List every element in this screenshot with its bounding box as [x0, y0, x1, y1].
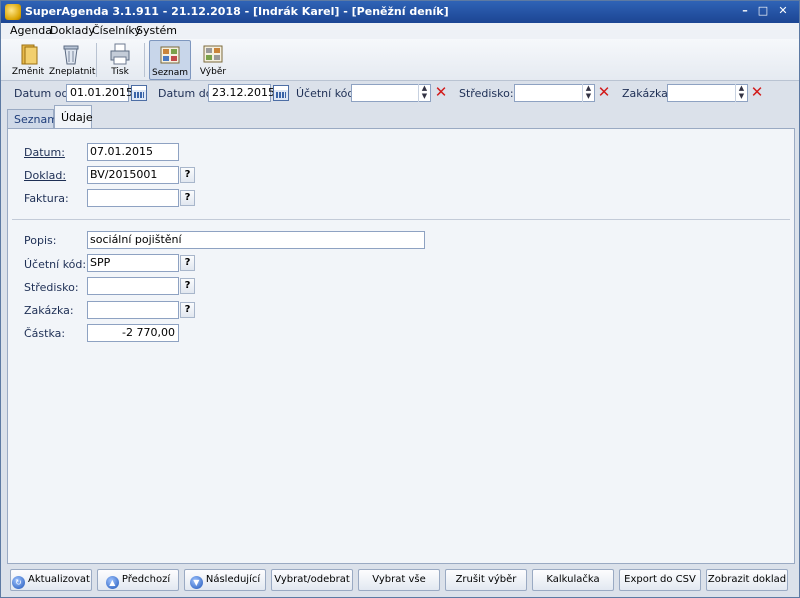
ucetni-kod-field[interactable]: SPP [87, 254, 179, 272]
kalkulacka-button[interactable]: Kalkulačka [532, 569, 614, 591]
tab-seznam[interactable]: Seznam [7, 109, 58, 129]
window-title: SuperAgenda 3.1.911 - 21.12.2018 - [Indr… [25, 5, 449, 18]
seznam-button[interactable]: Seznam [149, 40, 191, 80]
menu-bar: Agenda Doklady Číselníky Systém [1, 23, 799, 39]
calendar-icon[interactable] [131, 85, 147, 101]
filter-bar: Datum od: 01.01.2015 Datum do: 23.12.201… [1, 82, 799, 104]
stredisko-field[interactable] [87, 277, 179, 295]
tab-udaje[interactable]: Údaje [54, 105, 93, 130]
popis-field[interactable]: sociální pojištění [87, 231, 425, 249]
refresh-icon: ↻ [12, 576, 26, 589]
castka-label: Částka: [24, 327, 66, 340]
zakazka-lookup-button[interactable]: ? [180, 302, 195, 318]
aktualizovat-button[interactable]: ↻ Aktualizovat [10, 569, 92, 591]
close-icon[interactable]: ✕ [775, 4, 791, 19]
title-bar: SuperAgenda 3.1.911 - 21.12.2018 - [Indr… [1, 1, 799, 23]
minimize-icon[interactable]: – [737, 4, 753, 19]
toolbar: Změnit Zneplatnit Tisk Seznam Výběr [1, 39, 799, 81]
datum-field[interactable]: 07.01.2015 [87, 143, 179, 161]
zneplatnit-button[interactable]: Zneplatnit [49, 40, 95, 80]
zakazka-field[interactable] [87, 301, 179, 319]
doklad-field[interactable]: BV/2015001 [87, 166, 179, 184]
ucetni-kod-lookup-button[interactable]: ? [180, 255, 195, 271]
datum-od-label: Datum od: [14, 87, 73, 100]
zmenit-button[interactable]: Změnit [9, 40, 47, 80]
menu-system[interactable]: Systém [136, 24, 177, 37]
main-window: SuperAgenda 3.1.911 - 21.12.2018 - [Indr… [0, 0, 800, 598]
popis-label: Popis: [24, 234, 57, 247]
zakazka-label: Zakázka: [24, 304, 74, 317]
doklad-label: Doklad: [24, 169, 67, 182]
toolbar-separator [144, 43, 145, 77]
ucetni-kod-filter-label: Účetní kód: [296, 87, 359, 100]
zobrazit-doklad-button[interactable]: Zobrazit doklad [706, 569, 788, 591]
castka-field[interactable]: -2 770,00 [87, 324, 179, 342]
menu-agenda[interactable]: Agenda [10, 24, 52, 37]
faktura-field[interactable] [87, 189, 179, 207]
section-divider [12, 219, 790, 220]
list-view-icon [160, 46, 180, 64]
menu-doklady[interactable]: Doklady [50, 24, 95, 37]
stredisko-label: Středisko: [24, 281, 79, 294]
stredisko-filter-label: Středisko: [459, 87, 514, 100]
faktura-label: Faktura: [24, 192, 69, 205]
vyber-button[interactable]: Výběr [194, 40, 232, 80]
faktura-lookup-button[interactable]: ? [180, 190, 195, 206]
calendar-icon[interactable] [273, 85, 289, 101]
arrow-down-icon: ▼ [189, 576, 203, 589]
spin-arrows-icon[interactable]: ▲ ▼ [582, 84, 594, 102]
arrow-up-icon: ▲ [105, 576, 119, 589]
folder-icon [21, 44, 38, 65]
printer-icon [110, 43, 130, 65]
vybrat-vse-button[interactable]: Vybrat vše [358, 569, 440, 591]
export-csv-button[interactable]: Export do CSV [619, 569, 701, 591]
selection-icon [203, 45, 223, 63]
vybrat-odebrat-button[interactable]: Vybrat/odebrat [271, 569, 353, 591]
tisk-button[interactable]: Tisk [101, 40, 139, 80]
doklad-lookup-button[interactable]: ? [180, 167, 195, 183]
bottom-button-bar: ↻ Aktualizovat ▲ Předchozí ▼ Následující Vy… [1, 567, 799, 597]
app-logo-icon [5, 4, 21, 20]
menu-ciselniky[interactable]: Číselníky [92, 24, 141, 37]
trash-icon [63, 45, 79, 65]
stredisko-lookup-button[interactable]: ? [180, 278, 195, 294]
ucetni-kod-label: Účetní kód: [24, 258, 87, 271]
zakazka-filter-label: Zakázka: [622, 87, 672, 100]
datum-label: Datum: [24, 146, 65, 159]
datum-od-input[interactable]: 01.01.2015 [66, 84, 133, 102]
detail-panel: Datum: 07.01.2015 Doklad: BV/2015001 ? F… [7, 128, 795, 564]
nasledujici-button[interactable]: ▼ Následující [184, 569, 266, 591]
spin-arrows-icon[interactable]: ▲ ▼ [418, 84, 430, 102]
spin-arrows-icon[interactable]: ▲ ▼ [735, 84, 747, 102]
clear-zakazka-icon[interactable]: ✕ [749, 85, 765, 101]
datum-do-input[interactable]: 23.12.2015 [208, 84, 275, 102]
toolbar-separator [96, 43, 97, 77]
clear-stredisko-icon[interactable]: ✕ [596, 85, 612, 101]
zrusit-vyber-button[interactable]: Zrušit výběr [445, 569, 527, 591]
clear-ucetni-kod-icon[interactable]: ✕ [433, 85, 449, 101]
maximize-icon[interactable]: □ [755, 4, 771, 19]
predchozi-button[interactable]: ▲ Předchozí [97, 569, 179, 591]
